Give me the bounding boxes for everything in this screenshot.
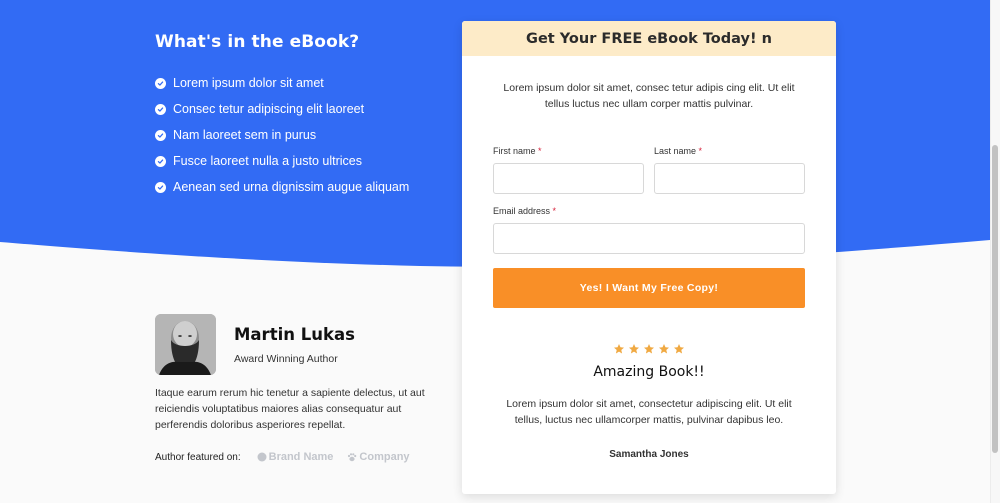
email-group: Email address * [493,206,805,254]
paw-logo-icon [348,453,357,462]
star-icon [659,344,669,354]
signup-card: Get Your FREE eBook Today! n Lorem ipsum… [462,21,836,494]
last-name-input[interactable] [654,163,805,194]
author-role: Award Winning Author [234,352,338,365]
first-name-group: First name * [493,146,644,194]
circle-logo-icon [257,452,267,462]
email-input[interactable] [493,223,805,254]
feature-text: Consec tetur adipiscing elit laoreet [173,102,365,116]
featured-on: Author featured on: Brand Name Company [155,451,445,463]
feature-text: Fusce laoreet nulla a justo ultrices [173,154,362,168]
company-logo[interactable]: Company [347,451,410,463]
scrollbar-thumb[interactable] [992,145,998,453]
author-name: Martin Lukas [234,324,355,344]
check-circle-icon [155,155,166,167]
check-circle-icon [155,103,166,115]
last-name-label: Last name * [654,146,703,156]
testimonial: Amazing Book!! Lorem ipsum dolor sit ame… [462,343,836,460]
feature-item: Consec tetur adipiscing elit laoreet [155,96,445,122]
get-free-copy-button[interactable]: Yes! I Want My Free Copy! [493,268,805,308]
feature-item: Aenean sed urna dignissim augue aliquam [155,174,445,200]
first-name-input[interactable] [493,163,644,194]
scrollbar-track[interactable] [990,0,1000,503]
company-name: Company [359,451,410,463]
check-circle-icon [155,77,166,89]
feature-text: Lorem ipsum dolor sit amet [173,76,324,90]
star-icon [674,344,684,354]
first-name-label: First name * [493,146,542,156]
feature-item: Fusce laoreet nulla a justo ultrices [155,148,445,174]
required-marker: * [698,146,703,156]
signup-form: First name * Last name * Email address *… [493,146,805,308]
reviewer-name: Samantha Jones [609,449,689,460]
feature-text: Nam laoreet sem in purus [173,128,317,142]
author-avatar [155,314,216,375]
features-title: What's in the eBook? [155,32,360,52]
testimonial-title: Amazing Book!! [593,364,705,380]
feature-text: Aenean sed urna dignissim augue aliquam [173,180,410,194]
features-list: Lorem ipsum dolor sit amet Consec tetur … [155,70,445,200]
required-marker: * [538,146,542,156]
featured-label: Author featured on: [155,451,241,463]
signup-intro: Lorem ipsum dolor sit amet, consec tetur… [503,82,795,110]
author-section: Martin Lukas Award Winning Author Itaque… [155,314,445,463]
ebook-features: What's in the eBook? Lorem ipsum dolor s… [155,32,445,200]
feature-item: Nam laoreet sem in purus [155,122,445,148]
required-marker: * [552,206,557,216]
feature-item: Lorem ipsum dolor sit amet [155,70,445,96]
last-name-group: Last name * [654,146,805,194]
check-circle-icon [155,129,166,141]
brand-name: Brand Name [268,451,334,463]
email-label: Email address * [493,206,557,216]
star-icon [614,344,624,354]
star-icon [629,344,639,354]
brand-logo[interactable]: Brand Name [257,451,334,463]
testimonial-text: Lorem ipsum dolor sit amet, consectetur … [506,398,792,426]
star-icon [644,344,654,354]
check-circle-icon [155,181,166,193]
author-bio: Itaque earum rerum hic tenetur a sapient… [155,387,425,431]
signup-card-header: Get Your FREE eBook Today! n [462,21,836,56]
star-rating [462,343,836,355]
